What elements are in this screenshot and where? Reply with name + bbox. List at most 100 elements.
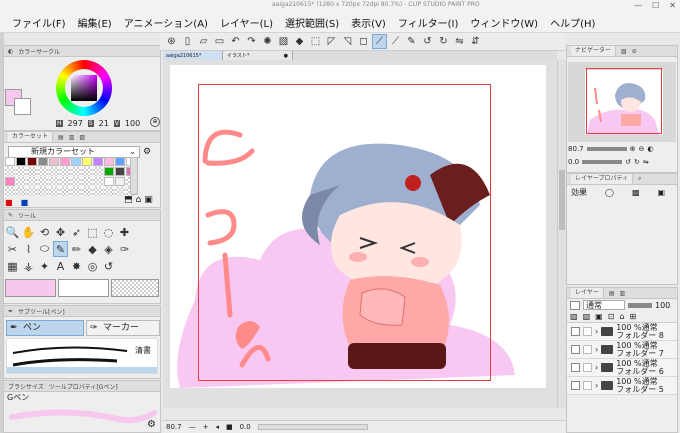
color-swatch[interactable] <box>93 157 103 166</box>
color-swatch[interactable] <box>38 167 48 176</box>
magic-wand-icon[interactable]: ✚ <box>117 224 132 240</box>
zoom-out-icon[interactable]: — <box>189 423 196 431</box>
menu-filter[interactable]: フィルター(I) <box>398 15 459 30</box>
color-swatch[interactable] <box>27 177 37 186</box>
minimize-button[interactable]: — <box>634 1 642 10</box>
color-swatch[interactable] <box>71 187 81 196</box>
color-swatch[interactable] <box>49 187 59 196</box>
layer-row[interactable]: › 100 %通常 フォルダー 8 <box>567 323 677 341</box>
menu-animation[interactable]: アニメーション(A) <box>124 15 208 30</box>
brush-size-tab[interactable]: ブラシサイズ <box>8 382 44 391</box>
rotate-right-icon[interactable]: ↻ <box>436 34 451 49</box>
open-file-icon[interactable]: ▱ <box>196 34 211 49</box>
transform-icon[interactable]: ⬚ <box>308 34 323 49</box>
tool-panel-tab[interactable]: ツール <box>18 211 36 220</box>
tool-transparent-color[interactable] <box>111 279 159 297</box>
tool-property-tab[interactable]: ツールプロパティ[Gペン] <box>49 382 118 391</box>
color-swatch[interactable] <box>82 177 92 186</box>
intermediate-color-tab-icon[interactable]: ▤ <box>58 134 64 141</box>
color-swatch[interactable] <box>82 167 92 176</box>
pen-icon[interactable]: ⌇ <box>21 241 36 257</box>
color-swatch[interactable] <box>60 157 70 166</box>
layer-property-tab[interactable]: レイヤープロパティ <box>571 174 634 184</box>
color-swatch[interactable] <box>115 167 125 176</box>
color-swatch[interactable] <box>60 187 70 196</box>
color-swatch[interactable] <box>27 187 37 196</box>
layer-color-chip[interactable] <box>570 300 580 310</box>
expand-icon[interactable]: › <box>595 327 598 336</box>
frame-icon[interactable]: ⚶ <box>21 258 36 274</box>
color-swatch[interactable] <box>71 167 81 176</box>
color-swatch[interactable] <box>16 187 26 196</box>
layer-row[interactable]: › 100 %通常 フォルダー 7 <box>567 341 677 359</box>
layer-visibility-toggle[interactable] <box>571 363 580 372</box>
color-swatch[interactable] <box>5 177 15 186</box>
line-correct-icon[interactable]: ◎ <box>85 258 100 274</box>
eraser-icon[interactable]: ◆ <box>85 241 100 257</box>
color-swatch[interactable] <box>104 187 114 196</box>
color-swatch[interactable] <box>115 157 125 166</box>
color-swatch[interactable] <box>82 187 92 196</box>
text-icon[interactable]: A <box>53 258 68 274</box>
selection-icon[interactable]: ⬚ <box>85 224 100 240</box>
color-swatch[interactable] <box>5 157 15 166</box>
ruler-icon[interactable]: ⊞ <box>629 312 636 321</box>
tool-sub-color[interactable] <box>58 279 109 297</box>
selected-brush-row[interactable] <box>7 367 157 373</box>
layer-row[interactable]: › 100 %通常 フォルダー 5 <box>567 377 677 395</box>
menu-window[interactable]: ウィンドウ(W) <box>470 15 538 30</box>
rotate-icon[interactable]: ⟲ <box>37 224 52 240</box>
deselect-icon[interactable]: ◸ <box>324 34 339 49</box>
color-swatch[interactable] <box>93 187 103 196</box>
menu-layer[interactable]: レイヤー(L) <box>220 15 273 30</box>
navigator-zoom[interactable]: 80.7 <box>568 145 584 153</box>
actual-size-icon[interactable]: ■ <box>226 423 233 431</box>
subtool-panel-tab[interactable]: サブツール[ペン] <box>18 307 65 316</box>
fit-screen-icon[interactable]: ◐ <box>647 145 653 153</box>
canvas-horizontal-scrollbar[interactable] <box>257 424 368 430</box>
new-raster-layer-icon[interactable]: ▨ <box>570 312 578 321</box>
balloon-icon[interactable]: ✸ <box>69 258 84 274</box>
expand-icon[interactable]: › <box>595 381 598 390</box>
color-history-tab-icon[interactable]: ▧ <box>79 134 85 141</box>
navigator-view-box[interactable] <box>586 68 662 134</box>
color-swatch[interactable] <box>49 177 59 186</box>
zoom-value[interactable]: 80.7 <box>166 423 182 431</box>
lasso-icon[interactable]: ◌ <box>101 224 116 240</box>
move-icon[interactable]: ✥ <box>53 224 68 240</box>
opacity-slider[interactable] <box>628 302 652 308</box>
animation-cel-tab-icon[interactable]: ▤ <box>609 290 615 297</box>
color-swatch[interactable] <box>38 177 48 186</box>
hand-icon[interactable]: ✋ <box>21 224 36 240</box>
flip-icon[interactable]: ⇋ <box>643 158 649 166</box>
add-color-icon[interactable]: ⬒ <box>124 195 133 205</box>
color-swatch[interactable] <box>49 167 59 176</box>
saturation-value[interactable]: 21 <box>99 119 109 128</box>
color-swatch[interactable] <box>5 187 15 196</box>
zoom-in-icon[interactable]: ⊕ <box>630 145 636 153</box>
edit-color-icon[interactable]: ▣ <box>144 195 153 205</box>
color-swatch[interactable] <box>71 157 81 166</box>
edit-pressure-icon[interactable]: ⟋ <box>388 34 403 49</box>
saturation-value-square[interactable] <box>71 75 97 101</box>
layer-visibility-toggle[interactable] <box>571 345 580 354</box>
menu-file[interactable]: ファイル(F) <box>12 15 66 30</box>
delete-color-icon[interactable]: ⌂ <box>136 195 142 205</box>
history-tab-icon[interactable]: ▥ <box>620 290 626 297</box>
subtool-group-marker[interactable]: ✑ マーカー <box>86 319 160 336</box>
info-tab-icon[interactable]: ⊘ <box>632 48 637 55</box>
menu-view[interactable]: 表示(V) <box>351 15 386 30</box>
color-swatch[interactable] <box>16 157 26 166</box>
color-set-tab[interactable]: カラーセット <box>8 132 54 142</box>
layer-tab[interactable]: レイヤー <box>571 288 604 298</box>
zoom-icon[interactable]: 🔍 <box>5 224 20 240</box>
color-swatch[interactable] <box>60 177 70 186</box>
loading-icon[interactable]: ✺ <box>260 34 275 49</box>
color-swatch[interactable] <box>71 177 81 186</box>
clip-layer-icon[interactable]: ⊡ <box>608 312 615 321</box>
pen-pressure-icon[interactable]: ⟋ <box>372 34 387 49</box>
invert-selection-icon[interactable]: ◹ <box>340 34 355 49</box>
color-swatch[interactable] <box>38 187 48 196</box>
color-swatch[interactable] <box>38 157 48 166</box>
zoom-in-icon[interactable]: + <box>203 423 209 431</box>
